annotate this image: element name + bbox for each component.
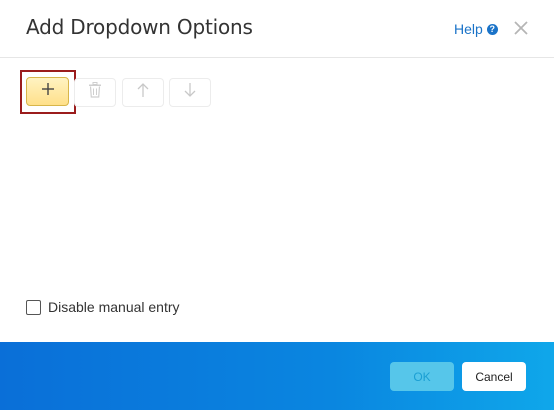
move-down-button[interactable] bbox=[169, 78, 211, 107]
add-dropdown-options-dialog: Add Dropdown Options Help ? Disable manu… bbox=[0, 0, 554, 410]
help-link[interactable]: Help ? bbox=[454, 21, 498, 37]
ok-button[interactable]: OK bbox=[390, 362, 454, 391]
dialog-header: Add Dropdown Options Help ? bbox=[0, 0, 554, 58]
delete-option-button[interactable] bbox=[74, 78, 116, 107]
arrow-down-icon bbox=[183, 82, 197, 103]
disable-manual-entry-label: Disable manual entry bbox=[48, 299, 180, 315]
plus-icon bbox=[41, 82, 55, 101]
help-icon: ? bbox=[486, 23, 498, 35]
add-option-button[interactable] bbox=[26, 77, 69, 106]
dialog-footer: OK Cancel bbox=[0, 342, 554, 410]
disable-manual-entry-option[interactable]: Disable manual entry bbox=[26, 299, 180, 315]
cancel-button[interactable]: Cancel bbox=[462, 362, 526, 391]
close-icon[interactable] bbox=[512, 19, 530, 37]
dialog-title: Add Dropdown Options bbox=[26, 15, 253, 39]
help-label: Help bbox=[454, 21, 483, 37]
disable-manual-entry-checkbox[interactable] bbox=[26, 299, 41, 315]
arrow-up-icon bbox=[136, 82, 150, 103]
move-up-button[interactable] bbox=[122, 78, 164, 107]
trash-icon bbox=[88, 82, 102, 103]
